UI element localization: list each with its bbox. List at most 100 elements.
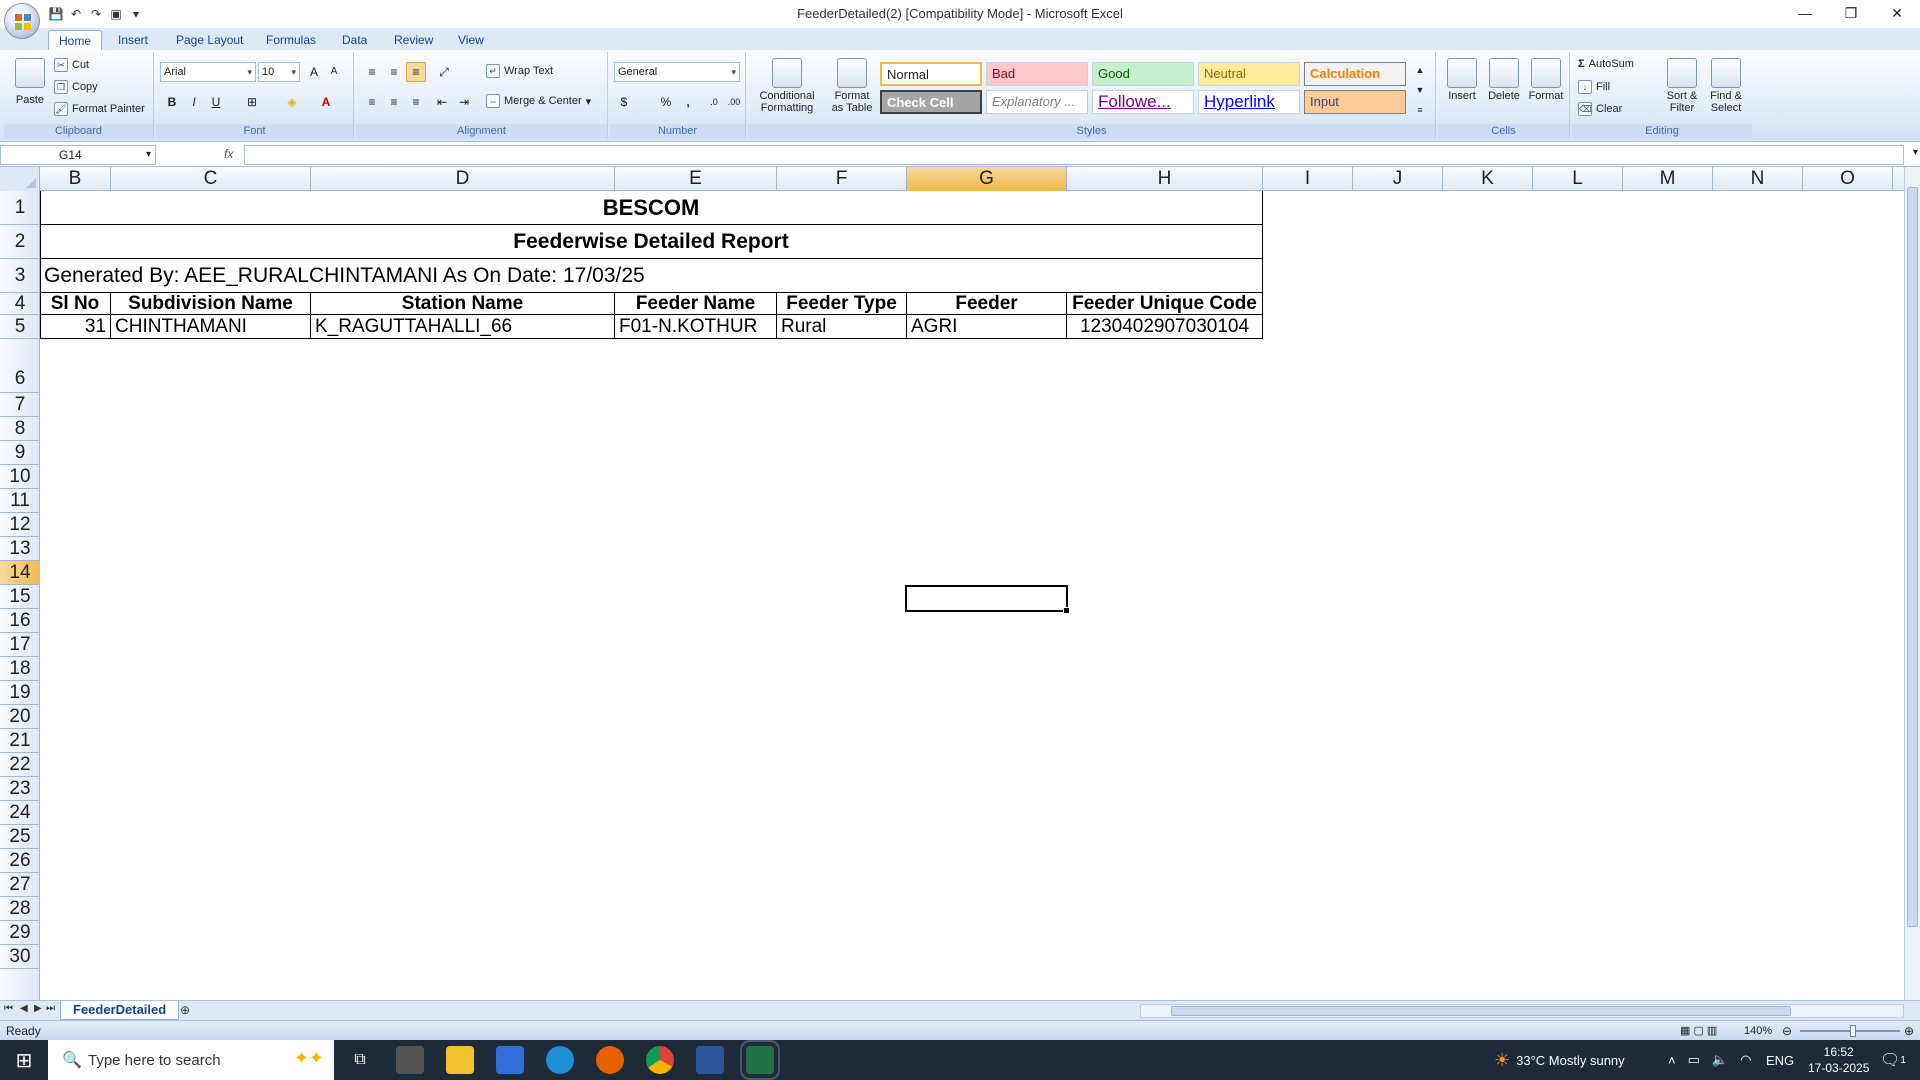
expand-formula-bar-icon[interactable]: ▾ <box>1913 147 1918 158</box>
row-header-27[interactable]: 27 <box>0 873 40 897</box>
report-subtitle[interactable]: Feederwise Detailed Report <box>40 225 1263 259</box>
network-icon[interactable]: ▭ <box>1688 1052 1700 1068</box>
style-input[interactable]: Input <box>1304 90 1406 114</box>
tab-review[interactable]: Review <box>384 30 443 50</box>
decrease-indent-icon[interactable]: ⇤ <box>432 92 452 112</box>
cut-button[interactable]: ✂ Cut <box>54 58 89 72</box>
copy-button[interactable]: ❐ Copy <box>54 80 98 94</box>
style-hyperlink[interactable]: Hyperlink <box>1198 90 1300 114</box>
row-header-21[interactable]: 21 <box>0 729 40 753</box>
prev-sheet-icon[interactable]: ◀ <box>20 1003 28 1014</box>
calculator-icon[interactable] <box>496 1046 524 1074</box>
office-button[interactable] <box>4 3 40 39</box>
row-header-6[interactable]: 6 <box>0 339 40 393</box>
vertical-scrollbar[interactable] <box>1904 167 1920 1000</box>
table-cell[interactable]: K_RAGUTTAHALLI_66 <box>311 315 615 339</box>
align-middle-icon[interactable]: ≡ <box>384 62 404 82</box>
windows-start-icon[interactable]: ⊞ <box>0 1040 48 1080</box>
style-good[interactable]: Good <box>1092 62 1194 86</box>
row-header-5[interactable]: 5 <box>0 315 40 339</box>
row-header-2[interactable]: 2 <box>0 225 40 259</box>
excel-icon[interactable] <box>740 1040 780 1080</box>
next-sheet-icon[interactable]: ▶ <box>34 1003 42 1014</box>
column-header-k[interactable]: K <box>1443 167 1533 191</box>
app-icon-1[interactable] <box>396 1046 424 1074</box>
column-header-h[interactable]: H <box>1067 167 1263 191</box>
firefox-icon[interactable] <box>596 1046 624 1074</box>
tab-insert[interactable]: Insert <box>108 30 158 50</box>
shrink-font-icon[interactable]: A <box>324 62 344 82</box>
tab-formulas[interactable]: Formulas <box>256 30 326 50</box>
orientation-icon[interactable]: ⤢ <box>434 62 454 82</box>
grow-font-icon[interactable]: A <box>304 62 324 82</box>
number-format-select[interactable]: General <box>614 62 740 82</box>
speaker-icon[interactable]: 🔈 <box>1712 1052 1728 1068</box>
table-header-cell[interactable]: Sl No <box>40 293 111 315</box>
table-header-cell[interactable]: Feeder Unique Code <box>1067 293 1263 315</box>
format-painter-button[interactable]: 🖌 Format Painter <box>54 102 145 116</box>
word-icon[interactable] <box>696 1046 724 1074</box>
style-neutral[interactable]: Neutral <box>1198 62 1300 86</box>
style-bad[interactable]: Bad <box>986 62 1088 86</box>
tab-page-layout[interactable]: Page Layout <box>166 30 253 50</box>
row-header-19[interactable]: 19 <box>0 681 40 705</box>
format-button[interactable]: Format <box>1526 58 1566 102</box>
style-calculation[interactable]: Calculation <box>1304 62 1406 86</box>
horizontal-scroll-thumb[interactable] <box>1171 1006 1791 1016</box>
table-cell[interactable]: Rural <box>777 315 907 339</box>
row-header-28[interactable]: 28 <box>0 897 40 921</box>
row-header-20[interactable]: 20 <box>0 705 40 729</box>
row-header-15[interactable]: 15 <box>0 585 40 609</box>
view-buttons[interactable]: ▦ ▢ ▥ <box>1680 1021 1717 1041</box>
tab-data[interactable]: Data <box>332 30 377 50</box>
fill-color-icon[interactable]: ◈ <box>282 92 302 112</box>
clock[interactable]: 16:52 17-03-2025 <box>1808 1040 1869 1080</box>
last-sheet-icon[interactable]: ⏭ <box>46 1003 55 1014</box>
style-check-cell[interactable]: Check Cell <box>880 90 982 114</box>
name-box[interactable]: G14 <box>0 145 156 165</box>
row-header-3[interactable]: 3 <box>0 259 40 293</box>
wrap-text-button[interactable]: ↵ Wrap Text <box>486 64 553 78</box>
styles-scroll-down-icon[interactable]: ▼ <box>1410 80 1430 100</box>
column-header-o[interactable]: O <box>1803 167 1893 191</box>
report-title[interactable]: BESCOM <box>40 191 1263 225</box>
table-cell[interactable]: F01-N.KOTHUR <box>615 315 777 339</box>
merge-center-button[interactable]: ⇔ Merge & Center ▾ <box>486 94 591 108</box>
font-name-select[interactable]: Arial <box>160 62 256 82</box>
select-all-button[interactable] <box>0 167 40 191</box>
row-header-26[interactable]: 26 <box>0 849 40 873</box>
first-sheet-icon[interactable]: ⏮ <box>4 1003 13 1014</box>
percent-button[interactable]: % <box>656 92 676 112</box>
column-header-e[interactable]: E <box>615 167 777 191</box>
style-normal[interactable]: Normal <box>880 62 982 86</box>
align-bottom-icon[interactable]: ≡ <box>406 62 426 82</box>
column-header-d[interactable]: D <box>311 167 615 191</box>
wifi-icon[interactable]: ◠ <box>1740 1052 1751 1068</box>
table-cell[interactable]: AGRI <box>907 315 1067 339</box>
row-header-10[interactable]: 10 <box>0 465 40 489</box>
zoom-in-icon[interactable]: ⊕ <box>1904 1021 1914 1041</box>
row-header-12[interactable]: 12 <box>0 513 40 537</box>
row-header-23[interactable]: 23 <box>0 777 40 801</box>
row-header-29[interactable]: 29 <box>0 921 40 945</box>
active-cell-g14[interactable] <box>905 585 1070 614</box>
row-header-22[interactable]: 22 <box>0 753 40 777</box>
chevron-up-icon[interactable]: ˄ <box>1668 1053 1676 1068</box>
borders-icon[interactable]: ⊞ <box>242 92 262 112</box>
chrome-icon[interactable] <box>646 1046 674 1074</box>
vertical-scroll-thumb[interactable] <box>1907 187 1918 927</box>
table-header-cell[interactable]: Subdivision Name <box>111 293 311 315</box>
column-header-l[interactable]: L <box>1533 167 1623 191</box>
column-header-f[interactable]: F <box>777 167 907 191</box>
close-icon[interactable]: ✕ <box>1874 0 1920 26</box>
minimize-icon[interactable]: — <box>1782 0 1828 26</box>
column-header-n[interactable]: N <box>1713 167 1803 191</box>
table-cell[interactable]: 1230402907030104 <box>1067 315 1263 339</box>
row-header-18[interactable]: 18 <box>0 657 40 681</box>
row-header-17[interactable]: 17 <box>0 633 40 657</box>
styles-scroll-up-icon[interactable]: ▲ <box>1410 60 1430 80</box>
delete-button[interactable]: Delete <box>1484 58 1524 102</box>
column-header-j[interactable]: J <box>1353 167 1443 191</box>
internet-explorer-icon[interactable] <box>546 1046 574 1074</box>
task-view-icon[interactable]: ⧉ <box>346 1046 374 1074</box>
